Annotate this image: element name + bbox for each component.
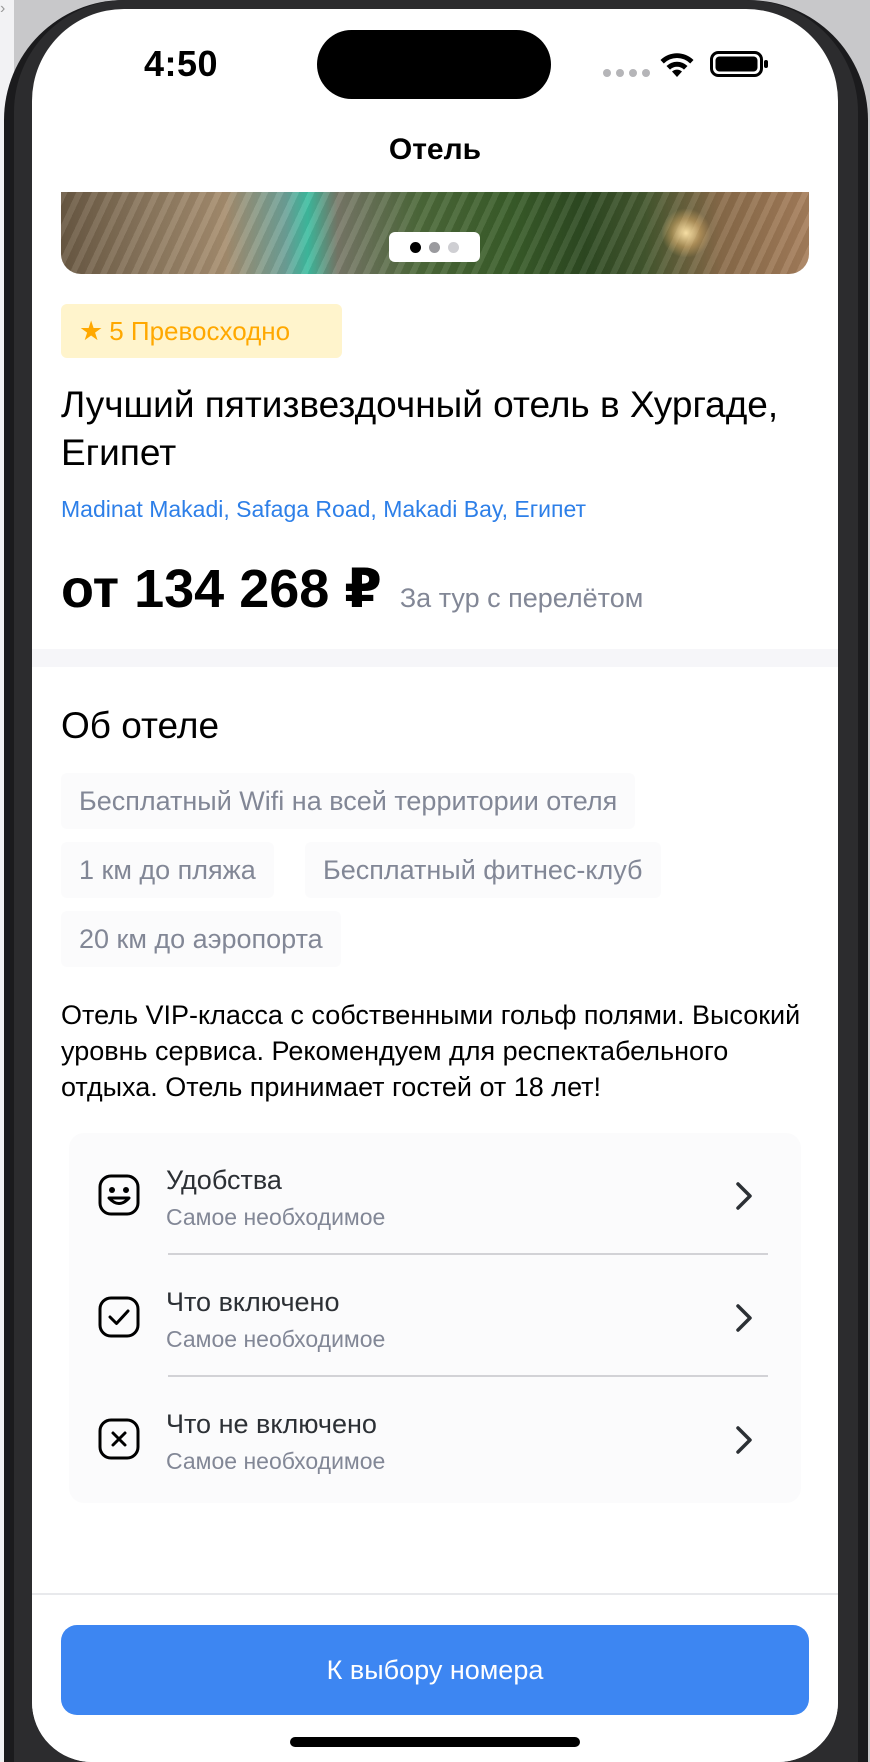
section-separator — [32, 649, 838, 667]
cellular-signal-icon — [603, 69, 650, 77]
tick-square-icon — [98, 1296, 140, 1338]
star-icon: ★ — [79, 315, 104, 346]
rating-text: 5 Превосходно — [109, 315, 291, 346]
phone-screen: 4:50 Отель ★ 5 Превосходно Лучший пятизв… — [32, 9, 838, 1762]
feature-subtitle: Самое необходимое — [166, 1204, 386, 1230]
emoji-happy-icon — [98, 1174, 140, 1216]
rating-badge: ★ 5 Превосходно — [61, 304, 342, 358]
carousel-page-indicator[interactable] — [389, 232, 480, 262]
feature-subtitle: Самое необходимое — [166, 1326, 386, 1352]
feature-title: Что не включено — [166, 1409, 377, 1439]
price-note: За тур с перелётом — [399, 583, 644, 613]
feature-chip: Бесплатный фитнес-клуб — [305, 842, 661, 898]
status-time: 4:50 — [144, 43, 219, 84]
nav-title: Отель — [388, 133, 482, 166]
feature-chip: 1 км до пляжа — [61, 842, 274, 898]
about-title: Об отеле — [61, 705, 220, 746]
status-bar: 4:50 — [32, 9, 838, 129]
price-row: от 134 268 ₽ За тур с перелётом — [61, 557, 643, 620]
feature-title: Удобства — [166, 1165, 282, 1195]
device-stage: › 4:50 Отель ★ 5 Превосходно Лучший пяти… — [0, 0, 870, 1762]
feature-title: Что включено — [166, 1287, 340, 1317]
feature-row-included[interactable]: Что включено Самое необходимое — [69, 1255, 801, 1377]
page-dot — [448, 241, 459, 253]
feature-chip: Бесплатный Wifi на всей территории отеля — [61, 773, 636, 829]
wifi-icon — [660, 53, 694, 77]
feature-row-amenities[interactable]: Удобства Самое необходимое — [69, 1133, 801, 1255]
hotel-address-link[interactable]: Madinat Makadi, Safaga Road, Makadi Bay,… — [61, 496, 586, 523]
features-list: Удобства Самое необходимое Что включено … — [69, 1133, 801, 1503]
dynamic-island — [317, 30, 551, 99]
hotel-name: Лучший пятизвездочный отель в Хургаде, Е… — [61, 384, 779, 473]
battery-icon — [710, 51, 768, 77]
chevron-right-icon — [736, 1304, 752, 1332]
feature-row-not-included[interactable]: Что не включено Самое необходимое — [69, 1377, 801, 1499]
feature-chip: 20 км до аэропорта — [61, 911, 341, 967]
lamp-light — [661, 208, 711, 258]
hotel-description: Отель VIP-класса с собственными гольф по… — [61, 1000, 801, 1102]
about-hotel-card: Об отеле Бесплатный Wifi на всей террито… — [32, 667, 838, 1567]
page-dot-active — [410, 241, 421, 253]
chevron-right-icon — [736, 1182, 752, 1210]
feature-subtitle: Самое необходимое — [166, 1448, 386, 1474]
tour-price: от 134 268 ₽ — [61, 559, 382, 619]
home-indicator[interactable] — [290, 1737, 580, 1747]
choose-room-button[interactable]: К выбору номера — [61, 1625, 809, 1715]
close-square-icon — [98, 1418, 140, 1460]
page-dot — [429, 241, 440, 253]
chevron-right-icon: › — [0, 0, 6, 17]
chevron-right-icon — [736, 1426, 752, 1454]
